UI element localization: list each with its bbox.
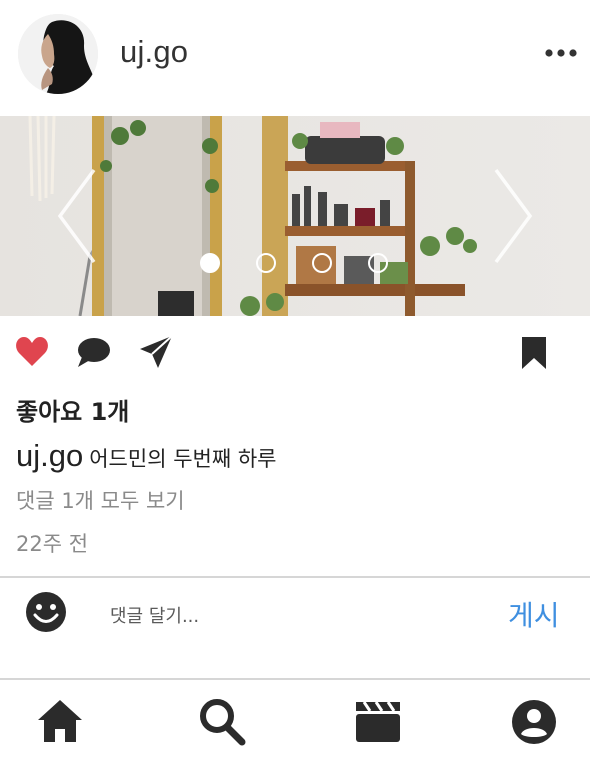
post-actions <box>0 320 590 384</box>
caption-text: 어드민의 두번째 하루 <box>89 447 277 471</box>
likes-count[interactable]: 좋아요 1개 <box>16 392 129 427</box>
view-all-comments-link[interactable]: 댓글 1개 모두 보기 <box>16 485 185 515</box>
carousel-dot[interactable] <box>368 253 388 273</box>
reels-icon[interactable] <box>352 696 404 748</box>
more-dots-icon[interactable] <box>544 44 578 62</box>
comment-icon <box>78 338 110 367</box>
caption-username[interactable]: uj.go <box>16 438 83 473</box>
profile-photo <box>18 14 98 94</box>
smiley-icon[interactable] <box>24 590 68 634</box>
home-icon[interactable] <box>34 696 86 748</box>
profile-icon[interactable] <box>508 696 560 748</box>
image-carousel[interactable] <box>0 116 590 316</box>
carousel-dot[interactable] <box>312 253 332 273</box>
post-header: uj.go <box>0 0 590 116</box>
post-comment-button[interactable]: 게시 <box>508 594 560 634</box>
like-button[interactable] <box>14 334 50 370</box>
divider <box>0 678 590 680</box>
chevron-right-icon <box>494 168 533 264</box>
carousel-prev-button[interactable] <box>52 166 102 266</box>
share-button[interactable] <box>138 334 174 370</box>
carousel-dot[interactable] <box>200 253 220 273</box>
post-caption: uj.go 어드민의 두번째 하루 <box>16 438 276 474</box>
heart-icon <box>16 337 48 366</box>
divider <box>0 576 590 578</box>
save-button[interactable] <box>520 335 548 371</box>
comment-input[interactable] <box>96 598 504 634</box>
search-icon[interactable] <box>196 696 248 748</box>
carousel-dots <box>198 251 398 277</box>
comment-button[interactable] <box>76 335 112 369</box>
chevron-left-icon <box>57 168 96 264</box>
comment-bar: 게시 <box>0 580 590 660</box>
post-timestamp: 22주 전 <box>16 532 89 556</box>
bottom-nav <box>0 682 590 760</box>
header-username[interactable]: uj.go <box>120 34 188 70</box>
carousel-next-button[interactable] <box>488 166 538 266</box>
avatar[interactable] <box>18 14 98 94</box>
carousel-dot[interactable] <box>256 253 276 273</box>
bookmark-icon <box>522 337 546 369</box>
send-icon <box>140 335 173 368</box>
